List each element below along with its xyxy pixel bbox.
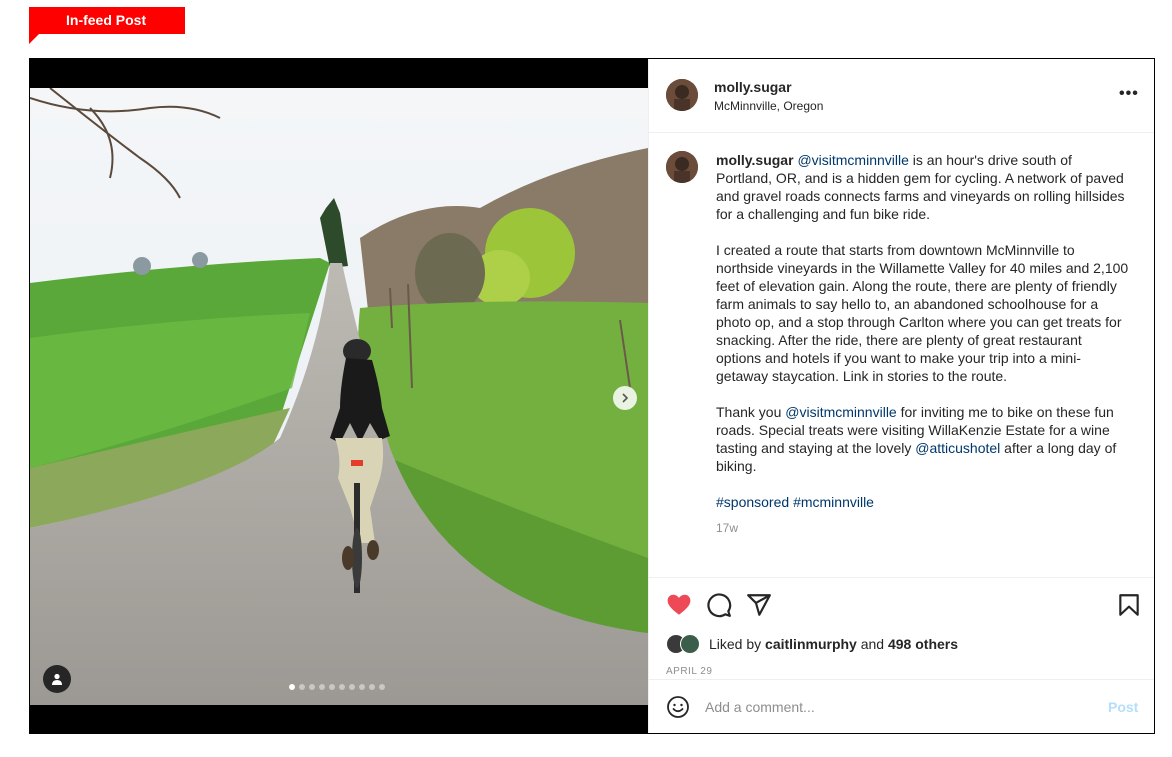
liked-by-middle: and [856, 636, 888, 652]
carousel-next-button[interactable] [613, 386, 637, 410]
paper-plane-icon [747, 594, 771, 616]
save-button[interactable] [1116, 592, 1142, 618]
in-feed-post-tag: In-feed Post [29, 7, 185, 34]
carousel-dot [379, 684, 385, 690]
carousel-dot [289, 684, 295, 690]
post-frame: molly.sugar McMinnville, Oregon ••• moll… [29, 58, 1155, 734]
post-side-panel: molly.sugar McMinnville, Oregon ••• moll… [648, 59, 1154, 733]
tagged-people-button[interactable] [43, 665, 71, 693]
emoji-button[interactable] [666, 695, 690, 719]
carousel-dot [309, 684, 315, 690]
liked-by-count[interactable]: 498 others [888, 636, 958, 652]
carousel-dot [349, 684, 355, 690]
carousel-dot [359, 684, 365, 690]
liked-by-prefix: Liked by [709, 636, 766, 652]
heart-filled-icon [667, 594, 691, 615]
caption-paragraph-2: I created a route that starts from downt… [716, 242, 1129, 384]
tag-label: In-feed Post [66, 12, 147, 28]
hashtag-link[interactable]: #mcminnville [793, 494, 874, 510]
caption-hashtags: #sponsored #mcminnville [716, 493, 1130, 511]
person-icon [52, 673, 62, 685]
cyclist-photo [30, 88, 648, 705]
avatar [680, 634, 700, 654]
liked-by-text: Liked by caitlinmurphy and 498 others [709, 636, 958, 652]
post-comment-button[interactable]: Post [1108, 699, 1138, 715]
caption-avatar[interactable] [666, 151, 698, 183]
post-actions: Liked by caitlinmurphy and 498 others AP… [649, 577, 1154, 679]
mention-link[interactable]: @visitmcminnville [797, 152, 908, 168]
comment-bar: Post [649, 679, 1154, 733]
caption-time[interactable]: 17w [716, 519, 1130, 537]
liked-by-avatars[interactable] [666, 634, 706, 656]
caption-paragraph-3: Thank you @visitmcminnville for inviting… [716, 403, 1130, 475]
post-username[interactable]: molly.sugar [714, 79, 792, 95]
caption-area: molly.sugar @visitmcminnville is an hour… [649, 133, 1154, 577]
liked-by-user[interactable]: caitlinmurphy [765, 636, 857, 652]
post-date[interactable]: APRIL 29 [666, 666, 712, 677]
like-button[interactable] [666, 592, 692, 618]
comment-bubble-icon [707, 593, 732, 618]
avatar-image [666, 151, 698, 183]
carousel-dot [329, 684, 335, 690]
post-header: molly.sugar McMinnville, Oregon ••• [649, 59, 1154, 133]
carousel-dot [369, 684, 375, 690]
caption-paragraph-1: molly.sugar @visitmcminnville is an hour… [716, 151, 1130, 223]
carousel-dot [319, 684, 325, 690]
bookmark-icon [1119, 594, 1139, 616]
chevron-right-icon [622, 393, 629, 403]
mention-link[interactable]: @atticushotel [915, 440, 1000, 456]
avatar-image [666, 79, 698, 111]
tag-tail [29, 34, 39, 44]
more-options-icon[interactable]: ••• [1119, 85, 1139, 103]
caption-text: Thank you [716, 404, 786, 420]
carousel-dot [339, 684, 345, 690]
post-caption: molly.sugar @visitmcminnville is an hour… [716, 151, 1130, 537]
photo-panel [30, 59, 648, 733]
share-button[interactable] [746, 592, 772, 618]
smiley-icon [667, 696, 689, 718]
avatar[interactable] [666, 79, 698, 111]
comment-button[interactable] [706, 592, 732, 618]
post-location[interactable]: McMinnville, Oregon [714, 99, 823, 113]
caption-username[interactable]: molly.sugar [716, 152, 794, 168]
hashtag-link[interactable]: #sponsored [716, 494, 789, 510]
carousel-dots [289, 684, 385, 690]
comment-input[interactable] [705, 696, 1085, 718]
mention-link[interactable]: @visitmcminnville [785, 404, 896, 420]
post-photo [30, 88, 648, 705]
carousel-dot [299, 684, 305, 690]
